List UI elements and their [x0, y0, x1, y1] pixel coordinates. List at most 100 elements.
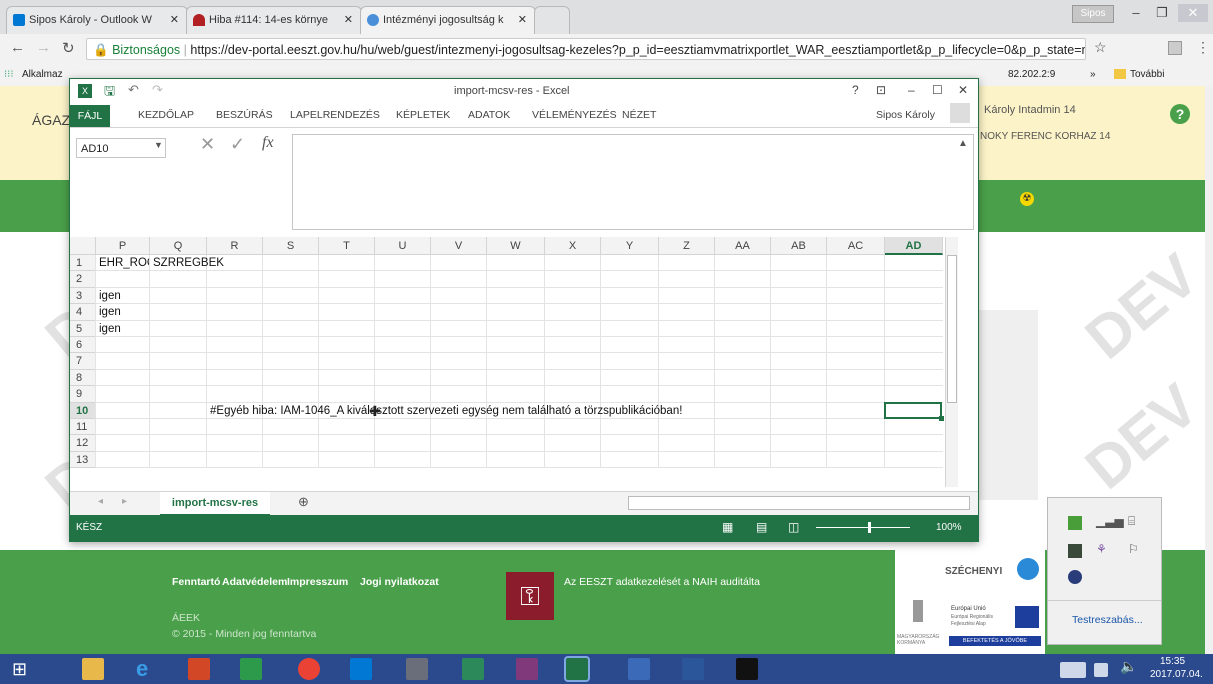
row-header-5[interactable]: 5 — [70, 320, 96, 337]
sheet-tab-import-mcsv-res[interactable]: import-mcsv-res — [160, 492, 270, 516]
close-icon[interactable]: ✕ — [958, 83, 968, 97]
fill-handle[interactable] — [939, 416, 944, 421]
cmd-icon[interactable] — [736, 658, 758, 680]
sheet-prev-icon[interactable]: ◂ — [98, 496, 103, 507]
column-header-ac[interactable]: AC — [827, 237, 885, 255]
scroll-thumb[interactable] — [947, 255, 957, 403]
clock-time[interactable]: 15:35 — [1160, 656, 1185, 667]
tab-page-layout[interactable]: LAPELRENDEZÉS — [290, 109, 380, 121]
footer-link-fenntarto[interactable]: Fenntartó — [172, 576, 220, 588]
restore-icon[interactable]: ❐ — [1152, 4, 1172, 22]
page-break-view-icon[interactable]: ◫ — [788, 520, 799, 534]
store-icon[interactable] — [240, 658, 262, 680]
tab-data[interactable]: ADATOK — [468, 109, 510, 121]
zoom-slider[interactable] — [816, 527, 910, 528]
footer-link-jogi[interactable]: Jogi nyilatkozat — [360, 576, 439, 588]
tab-home[interactable]: KEZDŐLAP — [138, 109, 194, 121]
tab-insert[interactable]: BESZÚRÁS — [216, 109, 273, 121]
redo-icon[interactable]: ↷ — [152, 82, 163, 98]
row-header-12[interactable]: 12 — [70, 435, 96, 452]
sheet-next-icon[interactable]: ▸ — [122, 496, 127, 507]
row-header-8[interactable]: 8 — [70, 369, 96, 387]
cell-q1[interactable]: SZRREGBEK — [153, 257, 224, 269]
row-header-13[interactable]: 13 — [70, 451, 96, 469]
address-bar[interactable]: 🔒 Biztonságos | https://dev-portal.eeszt… — [86, 38, 1086, 60]
bookmarks-overflow-icon[interactable]: » — [1090, 64, 1096, 86]
cell-p1[interactable]: EHR_ROGZ — [99, 257, 149, 269]
powerpoint-icon[interactable] — [188, 658, 210, 680]
extension-icon[interactable] — [1168, 41, 1182, 55]
column-header-v[interactable]: V — [431, 237, 487, 255]
cell-p4[interactable]: igen — [99, 306, 121, 318]
ribbon-display-icon[interactable]: ⊡ — [876, 83, 886, 97]
row-header-4[interactable]: 4 — [70, 304, 96, 321]
close-icon[interactable]: ✕ — [170, 7, 179, 33]
new-tab-button[interactable] — [534, 6, 570, 34]
excel-icon[interactable] — [564, 656, 590, 682]
portal-user[interactable]: Károly Intadmin 14 — [984, 104, 1076, 116]
profile-chip[interactable]: Sipos — [1072, 5, 1114, 23]
horizontal-scrollbar[interactable] — [628, 496, 970, 510]
row-header-7[interactable]: 7 — [70, 353, 96, 370]
maximize-icon[interactable]: ☐ — [932, 83, 943, 97]
cell-p5[interactable]: igen — [99, 323, 121, 335]
selected-cell-ad10[interactable] — [884, 401, 942, 419]
column-header-x[interactable]: X — [545, 237, 601, 255]
reload-icon[interactable]: ↻ — [62, 39, 75, 57]
save-icon[interactable]: 🖫 — [104, 82, 115, 104]
zoom-handle[interactable] — [868, 522, 871, 533]
column-header-t[interactable]: T — [319, 237, 375, 255]
row-header-9[interactable]: 9 — [70, 386, 96, 403]
tray-app-icon[interactable] — [1068, 516, 1082, 530]
radiation-icon[interactable]: ☢ — [1020, 192, 1034, 206]
add-sheet-icon[interactable]: ⊕ — [298, 494, 309, 510]
flag-icon[interactable]: ⚐ — [1128, 542, 1139, 556]
column-header-aa[interactable]: AA — [715, 237, 771, 255]
enter-icon[interactable]: ✓ — [230, 134, 245, 155]
row-header-6[interactable]: 6 — [70, 337, 96, 354]
column-header-w[interactable]: W — [487, 237, 545, 255]
chevron-up-icon[interactable]: ▲ — [958, 138, 968, 149]
row-header-3[interactable]: 3 — [70, 287, 96, 305]
cancel-icon[interactable]: ✕ — [200, 134, 215, 155]
apps-label[interactable]: Alkalmaz — [22, 64, 63, 86]
row-header-2[interactable]: 2 — [70, 271, 96, 288]
worksheet-grid[interactable]: P Q R S T U V W X Y Z AA AB AC AD 1 2 3 4 5 6 7 8 9 10 11 12 13 EHR_… — [70, 237, 978, 491]
column-header-q[interactable]: Q — [150, 237, 207, 255]
cell-p3[interactable]: igen — [99, 290, 121, 302]
close-window-icon[interactable]: ✕ — [1178, 4, 1208, 22]
menu-icon[interactable]: ⋮ — [1196, 39, 1210, 56]
close-icon[interactable]: ✕ — [518, 7, 527, 33]
column-header-ad[interactable]: AD — [885, 237, 943, 255]
column-header-ab[interactable]: AB — [771, 237, 827, 255]
tab-review[interactable]: VÉLEMÉNYEZÉS — [532, 109, 617, 121]
undo-icon[interactable]: ↶ — [128, 82, 139, 98]
row-header-10[interactable]: 10 — [70, 402, 96, 419]
tab-view[interactable]: NÉZET — [622, 109, 656, 121]
function-icon[interactable]: fx — [262, 134, 274, 152]
formula-bar[interactable] — [292, 134, 974, 230]
minimize-icon[interactable]: – — [1126, 4, 1146, 22]
name-box[interactable]: AD10 — [76, 138, 166, 158]
page-layout-view-icon[interactable]: ▤ — [756, 520, 767, 534]
tray-app-icon[interactable]: ⚘ — [1096, 542, 1107, 556]
ie-icon[interactable]: e — [136, 658, 158, 680]
back-icon[interactable]: ← — [10, 39, 25, 56]
apps-icon[interactable]: ⁝⁝⁝ — [4, 64, 14, 86]
name-box-dropdown-icon[interactable]: ▼ — [154, 140, 163, 150]
normal-view-icon[interactable]: ▦ — [722, 520, 733, 534]
outlook-icon[interactable] — [350, 658, 372, 680]
help-icon[interactable]: ? — [1170, 104, 1190, 124]
avatar[interactable] — [950, 103, 970, 123]
close-icon[interactable]: ✕ — [344, 7, 353, 33]
customize-link[interactable]: Testreszabás... — [1072, 614, 1143, 626]
eye-app-icon[interactable] — [462, 658, 484, 680]
column-header-z[interactable]: Z — [659, 237, 715, 255]
page-scrollbar[interactable] — [1205, 86, 1213, 654]
minimize-icon[interactable]: – — [908, 83, 915, 97]
column-header-u[interactable]: U — [375, 237, 431, 255]
star-icon[interactable]: ☆ — [1094, 39, 1107, 56]
browser-tab-jogosultsag[interactable]: Intézményi jogosultság k ✕ — [360, 6, 536, 34]
excel-user[interactable]: Sipos Károly — [876, 109, 935, 121]
clock-date[interactable]: 2017.07.04. — [1150, 669, 1203, 680]
